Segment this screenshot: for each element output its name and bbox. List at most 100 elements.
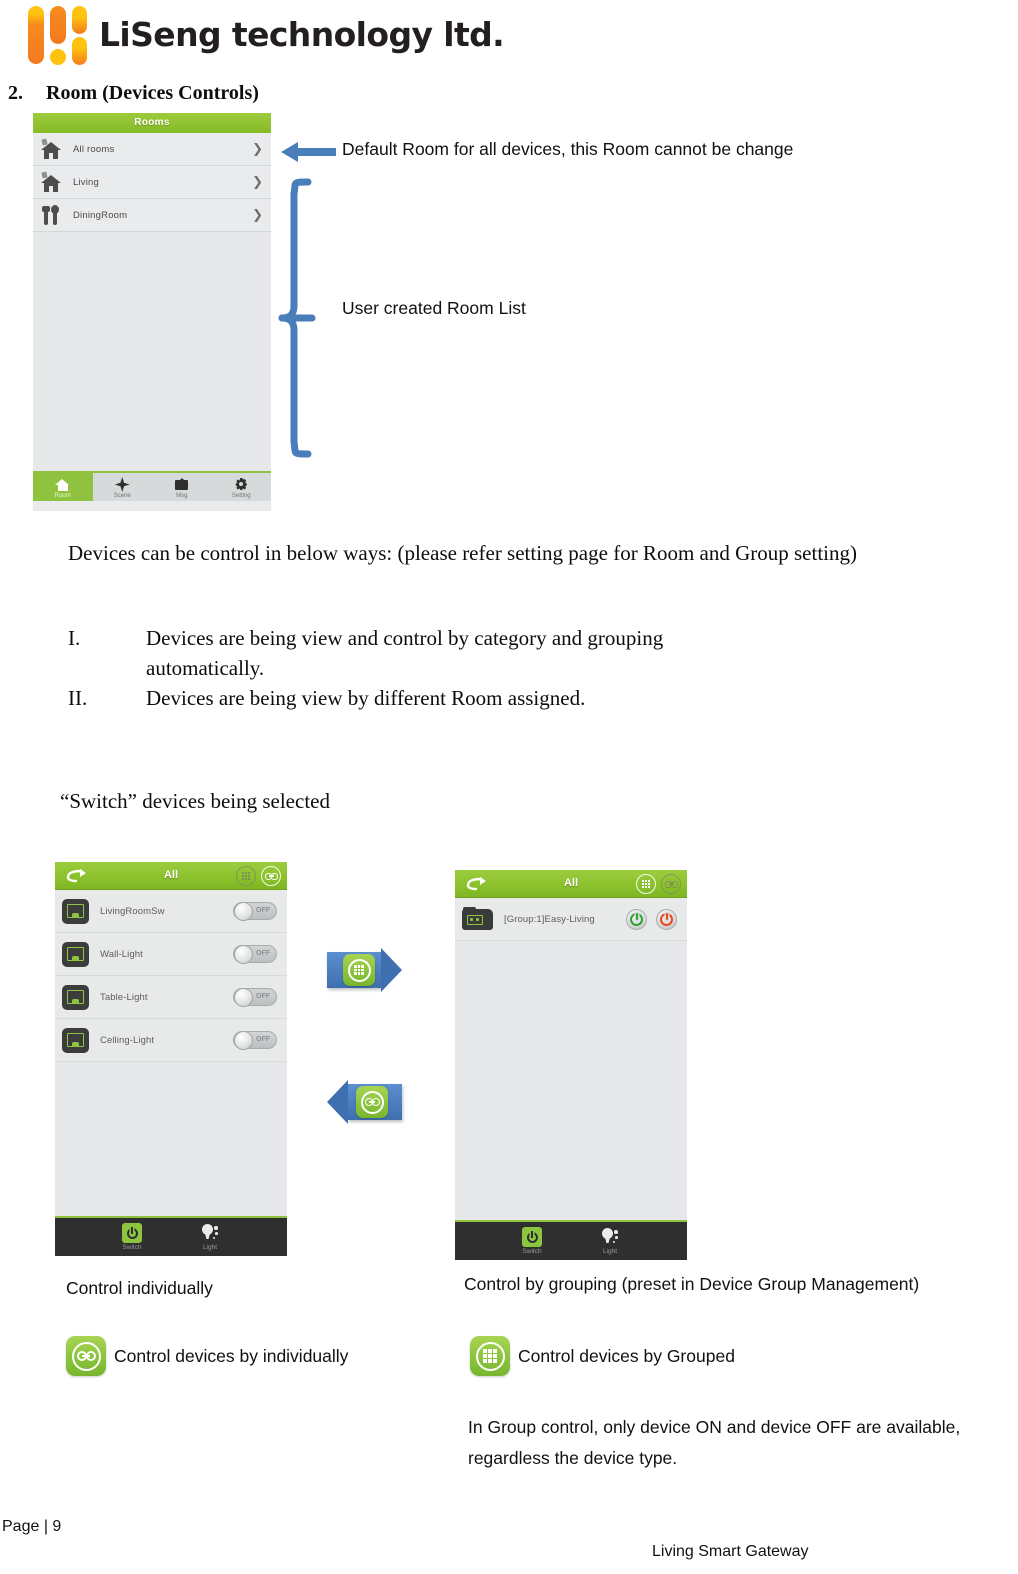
group-view-switcher xyxy=(636,874,681,894)
chevron-right-icon: ❯ xyxy=(252,141,263,157)
tab-light[interactable]: Light xyxy=(184,1223,236,1251)
device-name: Table-Light xyxy=(100,991,148,1003)
device-name: LivingRoomSw xyxy=(100,905,165,917)
link-view-icon xyxy=(66,1336,106,1376)
callout-arrow-default-room xyxy=(281,142,336,162)
scene-diamond-icon xyxy=(114,477,130,492)
tab-label: Switch xyxy=(522,1248,542,1255)
tab-label: Light xyxy=(202,1244,218,1251)
bulb-icon xyxy=(200,1223,220,1243)
logo-bar-3-top xyxy=(72,6,87,34)
toggle-knob xyxy=(234,988,253,1007)
tab-scene[interactable]: Scene xyxy=(93,473,153,501)
device-name: Celling-Light xyxy=(100,1034,155,1046)
tab-switch[interactable]: Switch xyxy=(506,1227,558,1255)
group-off-button[interactable] xyxy=(656,908,677,930)
switch-device-icon xyxy=(62,941,89,967)
device-toggle[interactable]: OFF xyxy=(233,988,277,1007)
home-icon xyxy=(55,477,70,492)
house-icon xyxy=(39,137,65,161)
annotation-default-room: Default Room for all devices, this Room … xyxy=(342,139,794,159)
callout-brace-user-rooms xyxy=(278,178,332,458)
house-icon xyxy=(39,170,65,194)
group-power-buttons xyxy=(626,908,677,930)
device-toggle[interactable]: OFF xyxy=(233,1031,277,1050)
tab-msg[interactable]: Msg xyxy=(152,473,212,501)
annotation-user-rooms: User created Room List xyxy=(342,298,526,318)
switch-heading: “Switch” devices being selected xyxy=(60,789,330,813)
device-row[interactable]: Wall-Light OFF xyxy=(55,933,287,976)
tab-room[interactable]: Room xyxy=(33,473,93,501)
grid-view-icon[interactable] xyxy=(636,874,656,894)
legend-individual-label: Control devices by individually xyxy=(114,1345,349,1366)
power-icon xyxy=(122,1223,142,1243)
device-toggle[interactable]: OFF xyxy=(233,902,277,921)
switch-device-icon xyxy=(62,984,89,1010)
gear-icon xyxy=(234,477,249,492)
tab-label: Switch xyxy=(122,1244,142,1251)
link-view-icon[interactable] xyxy=(261,866,281,886)
tab-setting[interactable]: Setting xyxy=(212,473,272,501)
group-control-note: In Group control, only device ON and dev… xyxy=(468,1417,961,1468)
group-header-bar: All xyxy=(455,870,687,898)
logo-dot-2-bottom xyxy=(50,49,66,65)
link-view-icon xyxy=(356,1086,388,1118)
callout-to-individual xyxy=(327,1080,402,1124)
toggle-knob xyxy=(234,945,253,964)
tab-label: Setting xyxy=(231,493,251,499)
toggle-knob xyxy=(234,1031,253,1050)
link-view-icon[interactable] xyxy=(661,874,681,894)
group-device-list: [Group:1]Easy-Living xyxy=(455,898,687,1220)
brand-logo: LiSeng technology ltd. xyxy=(28,4,505,66)
tab-light[interactable]: Light xyxy=(584,1227,636,1255)
toggle-state: OFF xyxy=(256,950,270,957)
room-label: All rooms xyxy=(73,143,115,155)
liseng-logo-mark xyxy=(28,4,87,66)
legend-group: Control devices by Grouped xyxy=(470,1336,735,1376)
device-row[interactable]: Table-Light OFF xyxy=(55,976,287,1019)
tab-label: Scene xyxy=(113,493,131,499)
individual-bottom-tabbar: Switch Light xyxy=(55,1216,287,1256)
tab-switch[interactable]: Switch xyxy=(106,1223,158,1251)
logo-bar-1 xyxy=(28,6,44,64)
tab-label: Msg xyxy=(176,493,188,499)
room-list-item-living[interactable]: Living ❯ xyxy=(33,166,271,199)
individual-header-bar: All xyxy=(55,862,287,890)
device-row[interactable]: LivingRoomSw OFF xyxy=(55,890,287,933)
device-toggle[interactable]: OFF xyxy=(233,945,277,964)
individual-control-screenshot: All LivingRoomSw OFF Wall-Light OFF Tabl… xyxy=(55,862,287,1256)
intro-paragraph: Devices can be control in below ways: (p… xyxy=(68,541,857,565)
callout-to-group xyxy=(327,948,402,992)
envelope-icon xyxy=(174,477,189,492)
room-list-item-all-rooms[interactable]: All rooms ❯ xyxy=(33,133,271,166)
list-marker-2: II. xyxy=(68,686,88,710)
fork-spoon-icon xyxy=(39,203,65,227)
chevron-right-icon: ❯ xyxy=(252,207,263,223)
footer-page-number: Page | 9 xyxy=(2,1518,62,1535)
tab-label: Light xyxy=(602,1248,618,1255)
logo-bar-3-bottom xyxy=(72,37,87,65)
group-row[interactable]: [Group:1]Easy-Living xyxy=(455,898,687,941)
grid-view-icon[interactable] xyxy=(236,866,256,886)
caption-group-title: Control by grouping (preset in Device Gr… xyxy=(464,1274,920,1294)
individual-view-switcher xyxy=(236,866,281,886)
toggle-knob xyxy=(234,902,253,921)
footer-product-name: Living Smart Gateway xyxy=(652,1543,809,1560)
power-icon xyxy=(522,1227,542,1247)
toggle-state: OFF xyxy=(256,1036,270,1043)
group-control-screenshot: All [Group:1]Easy-Living Switch Light xyxy=(455,870,687,1260)
bulb-icon xyxy=(600,1227,620,1247)
page-header-band: LiSeng technology ltd. xyxy=(0,0,862,72)
brand-name: LiSeng technology ltd. xyxy=(99,14,505,54)
legend-individual: Control devices by individually xyxy=(66,1336,348,1376)
device-row[interactable]: Celling-Light OFF xyxy=(55,1019,287,1062)
room-list-item-diningroom[interactable]: DiningRoom ❯ xyxy=(33,199,271,232)
group-on-button[interactable] xyxy=(626,908,647,930)
toggle-state: OFF xyxy=(256,993,270,1000)
rooms-bottom-tabbar: Room Scene Msg Setting xyxy=(33,471,271,501)
rooms-title-bar: Rooms xyxy=(33,113,271,133)
group-name: [Group:1]Easy-Living xyxy=(504,913,595,925)
page-title: Room (Devices Controls) xyxy=(46,82,259,104)
section-number: 2. xyxy=(8,82,23,104)
toggle-state: OFF xyxy=(256,907,270,914)
